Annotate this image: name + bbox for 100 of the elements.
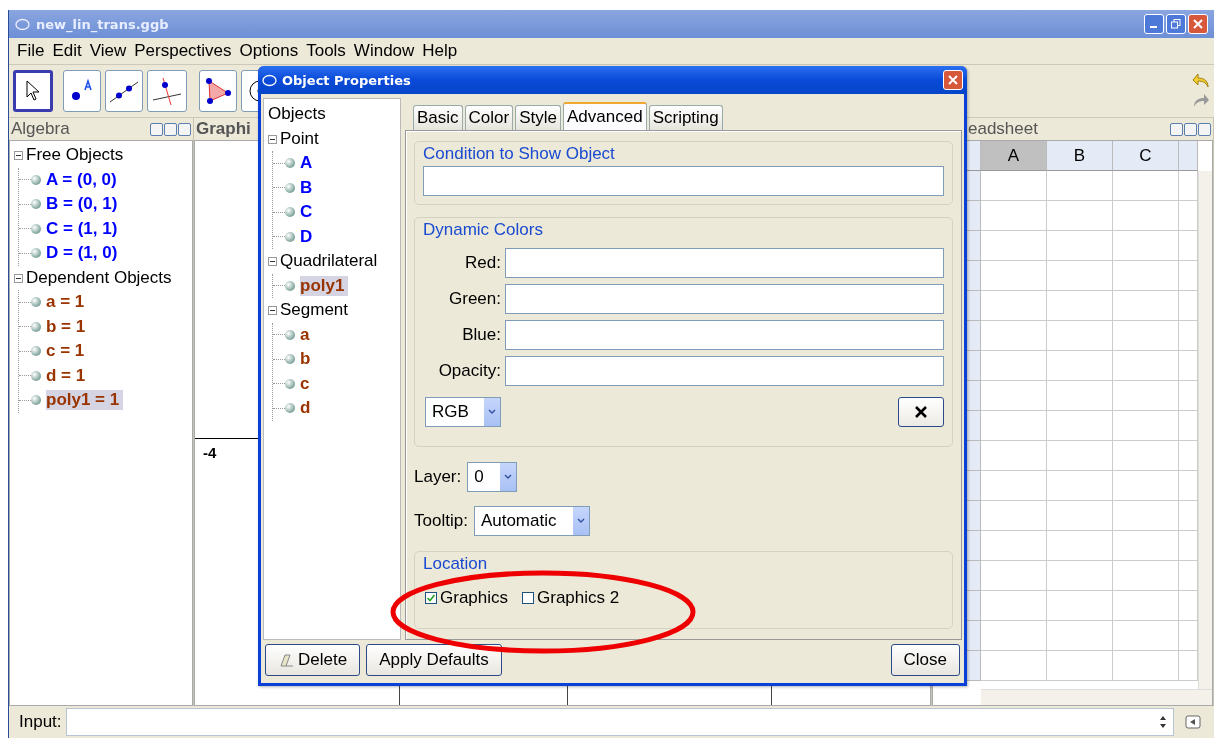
tree-group-label[interactable]: Quadrilateral [280,251,378,272]
tree-item[interactable]: C = (1, 1) [46,218,122,239]
table-cell[interactable] [1047,591,1113,621]
close-button[interactable]: Close [890,644,960,676]
table-cell[interactable] [981,651,1047,681]
checkbox-box[interactable] [425,592,437,604]
tree-item[interactable]: D = (1, 0) [46,243,122,264]
color-field[interactable] [505,320,944,350]
tree-group-label[interactable]: Dependent Objects [26,267,172,288]
tree-group-label[interactable]: Point [280,128,319,149]
table-cell[interactable] [1113,471,1179,501]
delete-button[interactable]: Delete [265,644,361,676]
column-header[interactable]: A [981,141,1047,171]
tree-group-label[interactable]: Free Objects [26,145,124,166]
close-icon[interactable] [178,122,191,136]
table-cell[interactable] [981,291,1047,321]
condition-field[interactable] [423,166,944,196]
layer-dropdown[interactable]: 0 [467,462,518,492]
color-field[interactable] [505,248,944,278]
tab[interactable]: Advanced [563,102,647,130]
menu-icon[interactable] [150,122,163,136]
menu-item[interactable]: Options [239,41,299,61]
table-cell[interactable] [981,531,1047,561]
menu-item[interactable]: File [17,41,45,61]
tab[interactable]: Scripting [648,105,723,130]
table-cell[interactable] [981,381,1047,411]
minimize-button[interactable] [1144,14,1164,34]
table-cell[interactable] [1113,171,1179,201]
checkbox-box[interactable] [522,592,535,604]
table-cell[interactable] [1047,381,1113,411]
table-cell[interactable] [1047,171,1113,201]
table-cell[interactable] [1047,231,1113,261]
spinner-icon[interactable] [1159,715,1167,729]
table-cell[interactable] [1113,561,1179,591]
table-cell[interactable] [1113,291,1179,321]
table-cell[interactable] [1047,351,1113,381]
table-cell[interactable] [1047,471,1113,501]
tree-root-label[interactable]: Objects [268,104,326,125]
tree-group-label[interactable]: Segment [280,300,349,321]
table-cell[interactable] [1113,411,1179,441]
table-cell[interactable] [1113,351,1179,381]
menu-icon[interactable] [1170,122,1183,136]
tree-item[interactable]: b [300,349,315,370]
table-cell[interactable] [1047,651,1113,681]
table-cell[interactable] [1047,321,1113,351]
menu-item[interactable]: View [89,41,127,61]
tree-item[interactable]: A [300,153,317,174]
table-cell[interactable] [981,201,1047,231]
table-cell[interactable] [1047,411,1113,441]
table-cell[interactable] [981,441,1047,471]
collapse-icon[interactable] [14,151,23,161]
tool-button[interactable] [13,70,53,112]
table-cell[interactable] [981,171,1047,201]
collapse-icon[interactable] [14,273,23,283]
close-button[interactable] [1188,14,1208,34]
collapse-icon[interactable] [268,306,277,316]
restore-icon[interactable] [164,122,177,136]
close-icon[interactable] [1198,122,1211,136]
tool-button[interactable] [147,70,187,112]
table-cell[interactable] [981,561,1047,591]
column-header[interactable]: B [1047,141,1113,171]
tree-item[interactable]: c = 1 [46,341,89,362]
column-header[interactable]: C [1113,141,1179,171]
tooltip-dropdown[interactable]: Automatic [473,506,590,536]
table-cell[interactable] [1113,261,1179,291]
checkbox[interactable]: Graphics [425,588,509,608]
input-field[interactable] [65,708,1174,736]
menu-item[interactable]: Perspectives [134,41,232,61]
tab[interactable]: Color [464,105,514,130]
tree-item[interactable]: B = (0, 1) [46,194,122,215]
table-cell[interactable] [1113,441,1179,471]
collapse-icon[interactable] [268,257,277,267]
tree-item[interactable]: a [300,324,314,345]
menu-item[interactable]: Edit [52,41,82,61]
table-cell[interactable] [1047,621,1113,651]
tool-button[interactable] [199,70,237,112]
tool-button[interactable] [63,70,101,112]
table-cell[interactable] [1113,501,1179,531]
table-cell[interactable] [981,621,1047,651]
collapse-icon[interactable] [268,134,277,144]
tab[interactable]: Basic [413,105,463,130]
table-cell[interactable] [1113,381,1179,411]
restore-icon[interactable] [1184,122,1197,136]
table-cell[interactable] [1047,441,1113,471]
tree-item[interactable]: d [300,398,315,419]
tab[interactable]: Style [515,105,561,130]
table-cell[interactable] [1113,621,1179,651]
clear-button[interactable] [898,397,944,427]
table-cell[interactable] [1113,231,1179,261]
table-cell[interactable] [981,471,1047,501]
checkbox[interactable]: Graphics 2 [522,588,620,608]
table-cell[interactable] [981,501,1047,531]
table-cell[interactable] [1113,531,1179,561]
menu-item[interactable]: Tools [306,41,346,61]
horizontal-scrollbar[interactable] [981,689,1212,705]
table-cell[interactable] [1113,651,1179,681]
table-cell[interactable] [1047,291,1113,321]
table-cell[interactable] [1113,321,1179,351]
mode-dropdown[interactable]: RGB [425,397,501,427]
close-button[interactable] [943,70,963,90]
